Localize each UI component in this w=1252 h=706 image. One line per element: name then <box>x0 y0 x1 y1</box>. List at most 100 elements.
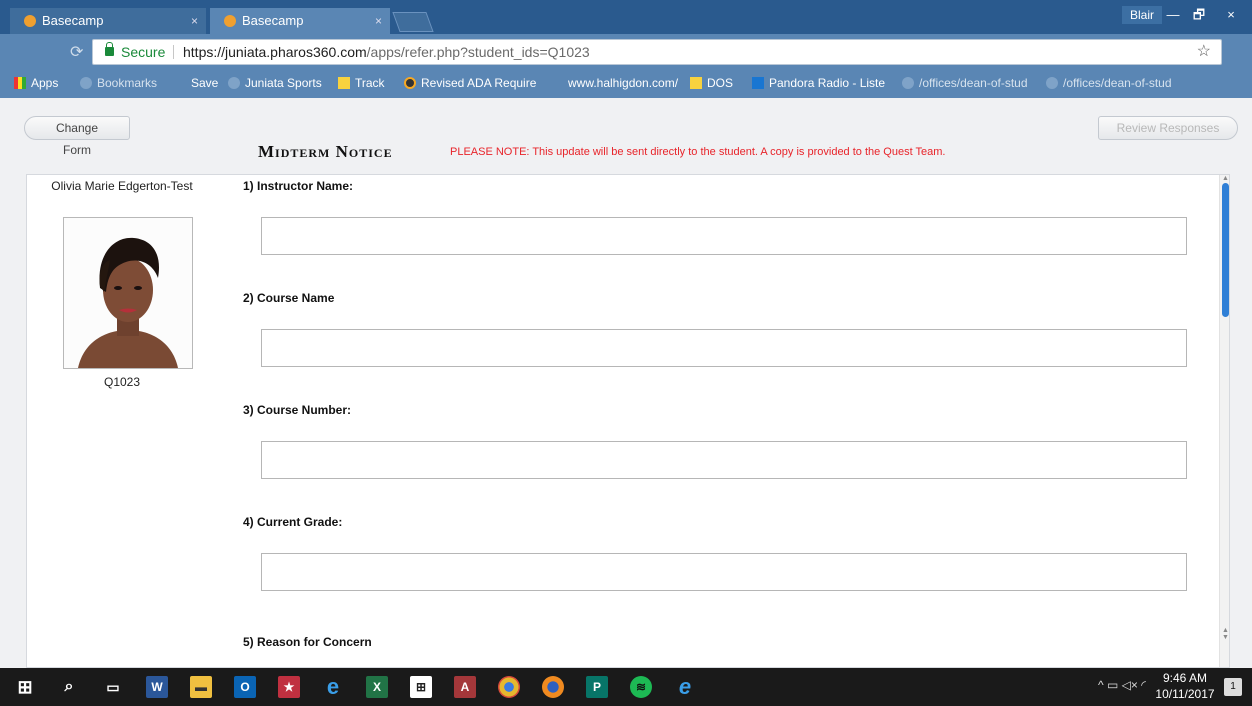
taskbar-clock[interactable]: 9:46 AM 10/11/2017 <box>1150 670 1220 702</box>
page-title: Midterm Notice <box>258 142 393 161</box>
form-panel: Olivia Marie Edgerton-Test Q1023 1) Inst… <box>26 174 1230 668</box>
chrome-icon[interactable] <box>498 676 520 698</box>
url-path: /apps/refer.php?student_ids=Q1023 <box>366 44 590 60</box>
bookmarks-bar: Apps Bookmarks Save Juniata Sports Track… <box>0 70 1252 98</box>
bookmark-bookmarks[interactable]: Bookmarks <box>80 70 157 96</box>
bookmark-label: Apps <box>31 76 59 90</box>
task-view-icon[interactable]: ▭ <box>102 676 124 698</box>
basecamp-favicon-icon <box>24 15 36 27</box>
folder-icon <box>690 77 702 89</box>
windows-taskbar: ⊞ ⌕ ▭ W ▬ O ★ e X ⊞ A P ≋ e ^ ▭ ◁× ◜ 9:4… <box>0 668 1252 706</box>
bookmark-track[interactable]: Track <box>338 70 385 96</box>
scroll-up-arrow-icon[interactable]: ▲ <box>1222 175 1229 182</box>
browser-toolbar: ⟳ Secure https://juniata.pharos360.com/a… <box>0 34 1252 70</box>
student-photo <box>63 217 193 369</box>
address-divider <box>173 45 174 59</box>
minimize-button[interactable]: — <box>1160 4 1186 26</box>
publisher-icon[interactable]: P <box>586 676 608 698</box>
bookmark-label: /offices/dean-of-stud <box>919 76 1028 90</box>
edge-icon[interactable]: e <box>322 676 344 698</box>
question-1-label: 1) Instructor Name: <box>243 179 354 193</box>
instructor-name-field[interactable] <box>261 217 1187 255</box>
browser-tab-basecamp-2[interactable]: Basecamp × <box>210 8 390 34</box>
bookmark-dean-of-students-1[interactable]: /offices/dean-of-stud <box>902 70 1028 96</box>
bookmark-dean-of-students-2[interactable]: /offices/dean-of-stud <box>1046 70 1172 96</box>
bookmark-save[interactable]: Save <box>191 70 218 96</box>
bookmark-label: Revised ADA Require <box>421 76 537 90</box>
excel-icon[interactable]: X <box>366 676 388 698</box>
store-icon[interactable]: ⊞ <box>410 676 432 698</box>
firefox-icon[interactable] <box>542 676 564 698</box>
clock-time: 9:46 AM <box>1162 671 1208 685</box>
bookmark-pandora[interactable]: Pandora Radio - Liste <box>752 70 885 96</box>
page-content: Change Form Review Responses Midterm Not… <box>0 98 1252 668</box>
form-scrollbar[interactable]: ▲ ▲ ▼ <box>1219 175 1229 667</box>
outlook-icon[interactable]: O <box>234 676 256 698</box>
ada-icon <box>404 77 416 89</box>
bookmark-label: www.halhigdon.com/ <box>568 76 679 90</box>
scroll-down-arrow-icon[interactable]: ▲ ▼ <box>1222 627 1229 641</box>
student-portrait-image <box>64 218 192 368</box>
folder-icon <box>80 77 92 89</box>
new-tab-button[interactable] <box>392 12 434 32</box>
windows-start-icon[interactable]: ⊞ <box>14 676 36 698</box>
student-name: Olivia Marie Edgerton-Test <box>51 179 193 193</box>
search-icon[interactable]: ⌕ <box>58 676 80 698</box>
reload-icon[interactable]: ⟳ <box>70 42 83 62</box>
bookmark-label: Juniata Sports <box>245 76 322 90</box>
bookmark-label: Pandora Radio - Liste <box>769 76 886 90</box>
bookmark-label: Track <box>355 76 385 90</box>
course-number-field[interactable] <box>261 441 1187 479</box>
juniata-icon <box>902 77 914 89</box>
question-2-label: 2) Course Name <box>243 291 335 305</box>
url-text[interactable]: https://juniata.pharos360.com/apps/refer… <box>183 40 590 64</box>
bookmark-label: DOS <box>707 76 734 90</box>
internet-explorer-icon[interactable]: e <box>674 676 696 698</box>
access-icon[interactable]: A <box>454 676 476 698</box>
maximize-button[interactable]: 🗗 <box>1186 4 1212 26</box>
star-app-icon[interactable]: ★ <box>278 676 300 698</box>
question-3-label: 3) Course Number: <box>243 403 352 417</box>
question-5-label: 5) Reason for Concern <box>243 635 372 649</box>
bookmark-star-icon[interactable]: ☆ <box>1197 40 1211 64</box>
bookmark-dos[interactable]: DOS <box>690 70 733 96</box>
tab-title: Basecamp <box>242 13 304 28</box>
bookmark-juniata-sports[interactable]: Juniata Sports <box>228 70 322 96</box>
pandora-icon <box>752 77 764 89</box>
system-tray-icons[interactable]: ^ ▭ ◁× ◜ <box>1098 678 1146 692</box>
window-user-badge[interactable]: Blair <box>1122 6 1163 24</box>
browser-titlebar: Basecamp × Basecamp × Blair — 🗗 × <box>0 0 1252 34</box>
bookmark-label: Save <box>191 76 219 90</box>
question-4-label: 4) Current Grade: <box>243 515 343 529</box>
file-explorer-icon[interactable]: ▬ <box>190 676 212 698</box>
bookmark-apps[interactable]: Apps <box>14 70 58 96</box>
bookmark-label: Bookmarks <box>97 76 158 90</box>
course-name-field[interactable] <box>261 329 1187 367</box>
apps-icon <box>14 77 26 89</box>
review-responses-button[interactable]: Review Responses <box>1098 116 1238 140</box>
bookmark-revised-ada[interactable]: Revised ADA Require <box>404 70 536 96</box>
bookmark-label: /offices/dean-of-stud <box>1063 76 1172 90</box>
change-form-button[interactable]: Change Form <box>24 116 130 157</box>
juniata-icon <box>228 77 240 89</box>
bookmark-halhigdon[interactable]: www.halhigdon.com/ <box>568 70 678 96</box>
address-bar[interactable]: Secure https://juniata.pharos360.com/app… <box>92 39 1222 65</box>
current-grade-field[interactable] <box>261 553 1187 591</box>
scroll-thumb[interactable] <box>1222 183 1229 317</box>
browser-tab-basecamp-1[interactable]: Basecamp × <box>10 8 206 34</box>
tab-title: Basecamp <box>42 13 104 28</box>
juniata-icon <box>1046 77 1058 89</box>
tab-close-icon[interactable]: × <box>375 8 382 34</box>
notice-text: PLEASE NOTE: This update will be sent di… <box>450 146 946 158</box>
notification-center-icon[interactable]: 1 <box>1224 678 1242 696</box>
url-host: https://juniata.pharos360.com <box>183 44 367 60</box>
spotify-icon[interactable]: ≋ <box>630 676 652 698</box>
clock-date: 10/11/2017 <box>1155 687 1215 701</box>
tab-close-icon[interactable]: × <box>191 8 198 34</box>
basecamp-favicon-icon <box>224 15 236 27</box>
close-window-button[interactable]: × <box>1218 4 1244 26</box>
word-icon[interactable]: W <box>146 676 168 698</box>
lock-icon <box>105 42 114 56</box>
student-id: Q1023 <box>103 375 141 389</box>
secure-label: Secure <box>121 44 166 60</box>
